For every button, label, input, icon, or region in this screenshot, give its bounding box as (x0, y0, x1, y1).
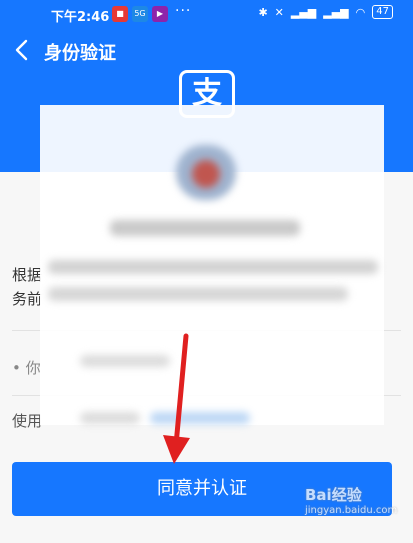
usage-text: 使用 (12, 412, 43, 430)
blurred-text (48, 287, 348, 301)
5g-icon: 5G (132, 6, 148, 22)
blurred-text (48, 260, 378, 274)
blurred-overlay (40, 105, 384, 425)
status-time: 下午2:46 (51, 10, 110, 25)
signal-icon-2: ▂▄▆ (323, 5, 349, 19)
back-arrow-icon (15, 39, 28, 61)
media-app-icon: ▶ (152, 6, 168, 22)
back-button[interactable] (10, 36, 34, 64)
page-title: 身份验证 (44, 43, 116, 64)
mute-icon: ✕ (274, 5, 284, 19)
terms-text-line1: 根据 (12, 266, 43, 284)
info-bullet: • 你 (12, 359, 41, 377)
blurred-title (110, 220, 300, 236)
wifi-icon: ◠ (355, 5, 366, 19)
bluetooth-icon: ✱ (258, 5, 268, 19)
blurred-avatar-center (192, 160, 220, 188)
more-notifications-icon: ··· (175, 3, 192, 19)
terms-text-line2: 务前 (12, 290, 43, 308)
status-right-icons: ✱ ✕ ▂▄▆ ▂▄▆ ◠ 47 (258, 5, 393, 19)
status-bar: 下午2:46 ■ 5G ▶ ··· ✱ ✕ ▂▄▆ ▂▄▆ ◠ 47 (0, 0, 413, 30)
app-notification-icon: ■ (112, 6, 128, 22)
blurred-text (80, 412, 140, 424)
battery-icon: 47 (372, 5, 393, 19)
nav-bar: 身份验证 (0, 30, 413, 72)
baidu-watermark: Bai经验 jingyan.baidu.com (305, 484, 405, 536)
signal-icon-1: ▂▄▆ (290, 5, 317, 19)
blurred-text (80, 355, 170, 367)
watermark-url: jingyan.baidu.com (305, 505, 398, 516)
watermark-brand: Bai经验 (305, 486, 362, 504)
annotation-arrow-icon (163, 333, 190, 464)
